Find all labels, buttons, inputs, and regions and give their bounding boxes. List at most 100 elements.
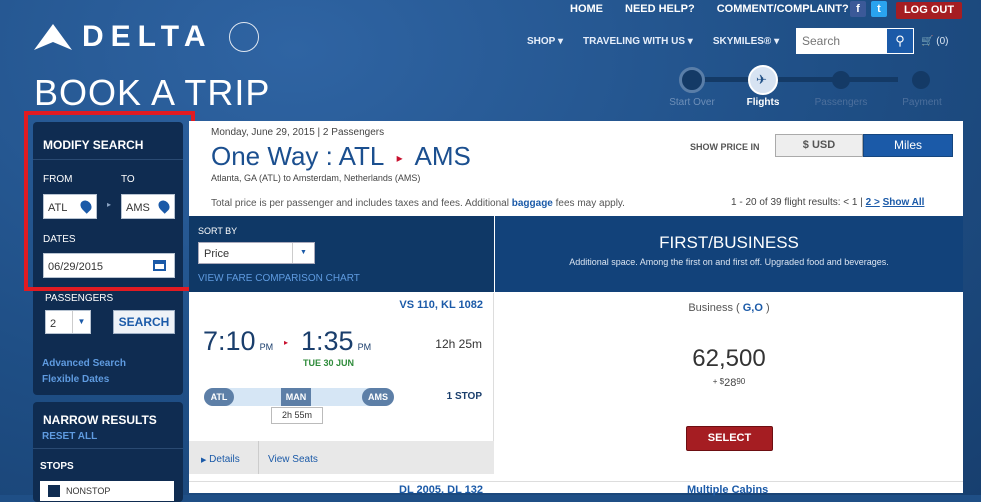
passengers-step-dot <box>832 71 850 89</box>
main-nav: SHOP ▾ TRAVELING WITH US ▾ SKYMILES® ▾ <box>527 36 799 47</box>
tax-cents: 90 <box>736 377 746 386</box>
flight-info: VS 110, KL 1082 7:10 PM ▸ 1:35 PM TUE 30 J… <box>189 293 494 474</box>
miles-toggle[interactable]: Miles <box>863 134 953 157</box>
route-origin: ATL <box>204 388 234 406</box>
skyteam-icon <box>228 22 259 52</box>
trip-destination: AMS <box>414 141 471 171</box>
flight-number-link[interactable]: VS 110, KL 1082 <box>399 299 483 311</box>
select-button[interactable]: SELECT <box>686 426 773 451</box>
chevron-down-icon: ▼ <box>72 311 90 333</box>
route-connection[interactable]: MAN <box>281 388 311 406</box>
flight-actions: ▶ Details View Seats <box>189 441 494 474</box>
tax-dollars: 28 <box>724 377 737 389</box>
departure-time: 7:10 PM <box>203 326 273 357</box>
fare-cell: Business ( G,O ) 62,500 + $2890 SELECT <box>495 293 963 474</box>
need-help-link[interactable]: NEED HELP? <box>625 3 695 15</box>
arrival-date: TUE 30 JUN <box>303 358 355 368</box>
note-text: Total price is per passenger and include… <box>211 198 509 209</box>
cart-icon: 🛒 <box>921 36 934 47</box>
narrow-results-panel: NARROW RESULTS RESET ALL STOPS NONSTOP <box>33 402 183 502</box>
fare-class-close: ) <box>765 302 770 314</box>
logout-button[interactable]: LOG OUT <box>896 2 962 19</box>
facebook-icon[interactable]: f <box>850 1 866 17</box>
start-over-icon[interactable] <box>679 67 705 93</box>
cabin-header: FIRST/BUSINESS Additional space. Among t… <box>495 216 963 292</box>
social-links: f t <box>850 1 887 17</box>
search-button[interactable]: SEARCH <box>113 310 175 334</box>
highlight-box <box>24 111 195 291</box>
search-icon[interactable]: ⚲ <box>887 29 913 53</box>
page-title: BOOK A TRIP <box>34 72 271 113</box>
flexible-dates-link[interactable]: Flexible Dates <box>42 374 109 385</box>
step-start-over[interactable]: Start Over <box>662 97 722 108</box>
flights-step-icon: ✈ <box>748 65 778 95</box>
flight-duration: 12h 25m <box>435 337 482 351</box>
divider <box>258 441 259 474</box>
sort-value: Price <box>204 248 230 260</box>
step-payment: Payment <box>902 97 942 108</box>
note-text-end: fees may apply. <box>555 198 625 209</box>
cabin-title: FIRST/BUSINESS <box>659 233 799 252</box>
layover-time: 2h 55m <box>271 407 323 424</box>
step-flights: Flights <box>746 97 780 108</box>
step-passengers: Passengers <box>814 97 868 108</box>
details-link[interactable]: ▶ Details <box>201 454 240 465</box>
fare-codes-link[interactable]: G,O <box>743 302 763 314</box>
arr-time: 1:35 <box>301 326 354 356</box>
home-link[interactable]: HOME <box>570 3 603 15</box>
details-label: Details <box>209 454 240 465</box>
view-seats-link[interactable]: View Seats <box>268 454 318 465</box>
reset-all-link[interactable]: RESET ALL <box>42 431 97 442</box>
nonstop-checkbox[interactable] <box>48 485 60 497</box>
usd-toggle[interactable]: $ USD <box>775 134 863 157</box>
next-page-link[interactable]: 2 > <box>866 197 880 208</box>
search-input[interactable] <box>797 29 887 53</box>
cart[interactable]: 🛒 (0) <box>921 36 948 47</box>
tax-prefix: + $ <box>712 377 725 386</box>
sort-bar: SORT BY Price ▼ VIEW FARE COMPARISON CHA… <box>189 216 494 292</box>
trip-subtitle: Atlanta, GA (ATL) to Amsterdam, Netherla… <box>211 173 421 183</box>
next-flight-number[interactable]: DL 2005, DL 132 <box>399 484 483 496</box>
price-note: Total price is per passenger and include… <box>211 198 625 209</box>
cabin-desc: Additional space. Among the first on and… <box>569 257 889 267</box>
miles-price: 62,500 <box>692 345 766 372</box>
show-all-link[interactable]: Show All <box>883 197 925 208</box>
show-price-label: SHOW PRICE IN <box>690 142 760 152</box>
delta-logo[interactable]: DELTA <box>34 20 259 54</box>
cart-count: (0) <box>936 36 949 47</box>
results-pager: 1 - 20 of 39 flight results: < 1 | 2 > S… <box>731 197 924 208</box>
comment-link[interactable]: COMMENT/COMPLAINT? <box>717 3 849 15</box>
stops-count: 1 STOP <box>446 391 482 402</box>
nonstop-row[interactable]: NONSTOP <box>40 481 174 501</box>
payment-step-dot <box>912 71 930 89</box>
sort-select[interactable]: Price ▼ <box>198 242 315 264</box>
advanced-search-link[interactable]: Advanced Search <box>42 358 126 369</box>
route-destination: AMS <box>362 388 394 406</box>
progress-line <box>692 77 898 82</box>
progress-steps: ✈ Start Over Flights Passengers Payment <box>666 64 966 109</box>
taxes: + $2890 <box>495 377 963 389</box>
next-flight-cabin[interactable]: Multiple Cabins <box>687 484 768 496</box>
nav-skymiles[interactable]: SKYMILES® ▾ <box>713 36 779 47</box>
divider <box>33 448 183 449</box>
twitter-icon[interactable]: t <box>871 1 887 17</box>
arrow-icon: ▸ <box>396 151 403 166</box>
arrival-time: 1:35 PM <box>301 326 371 357</box>
trip-title: One Way : ATL ▸ AMS <box>211 141 471 172</box>
sort-label: SORT BY <box>198 226 238 236</box>
next-flight-row: DL 2005, DL 132 Multiple Cabins <box>189 481 963 496</box>
fare-comparison-link[interactable]: VIEW FARE COMPARISON CHART <box>198 273 360 284</box>
logo-wordmark: DELTA <box>82 20 213 53</box>
nav-shop[interactable]: SHOP ▾ <box>527 36 563 47</box>
dep-time: 7:10 <box>203 326 256 356</box>
arr-ampm: PM <box>357 342 372 352</box>
trip-date-line: Monday, June 29, 2015 | 2 Passengers <box>211 127 385 138</box>
results-count: 1 - 20 of 39 flight results: < 1 | <box>731 197 863 208</box>
dep-ampm: PM <box>259 342 274 352</box>
passengers-select[interactable]: 2 ▼ <box>45 310 91 334</box>
baggage-link[interactable]: baggage <box>512 198 553 209</box>
arrow-icon: ▸ <box>284 338 289 347</box>
nav-traveling[interactable]: TRAVELING WITH US ▾ <box>583 36 693 47</box>
chevron-right-icon: ▶ <box>201 457 207 464</box>
passengers-value: 2 <box>50 318 57 330</box>
